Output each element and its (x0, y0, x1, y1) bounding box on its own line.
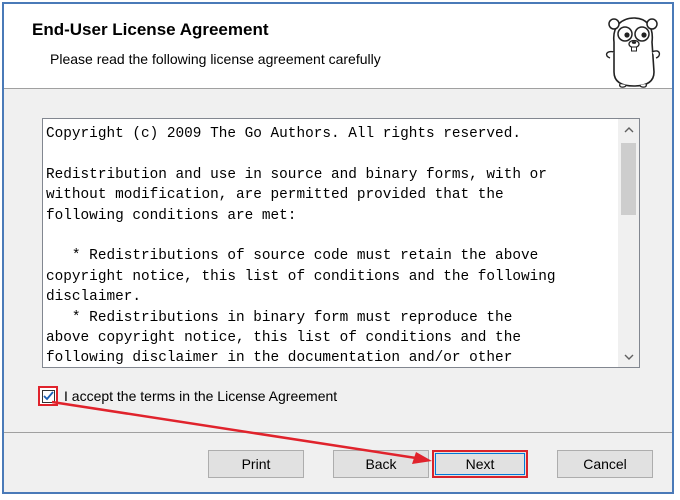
license-textbox[interactable]: Copyright (c) 2009 The Go Authors. All r… (42, 118, 640, 368)
page-title: End-User License Agreement (32, 20, 269, 39)
accept-terms-row[interactable]: I accept the terms in the License Agreem… (38, 384, 337, 408)
go-gopher-icon (605, 17, 661, 88)
installer-window: End-User License Agreement Please read t… (2, 2, 674, 494)
chevron-down-icon[interactable] (618, 346, 639, 367)
back-button[interactable]: Back (333, 450, 429, 478)
accept-terms-label[interactable]: I accept the terms in the License Agreem… (64, 388, 337, 404)
chevron-up-icon[interactable] (618, 119, 639, 140)
dialog-header: End-User License Agreement Please read t… (4, 4, 672, 89)
checkmark-icon (42, 391, 54, 401)
vertical-scrollbar[interactable] (618, 119, 639, 367)
scroll-thumb[interactable] (621, 143, 636, 215)
next-button[interactable]: Next (432, 450, 528, 478)
page-subtitle: Please read the following license agreem… (50, 51, 381, 67)
button-separator (4, 432, 672, 433)
license-text: Copyright (c) 2009 The Go Authors. All r… (46, 126, 556, 367)
checkbox-highlight (38, 386, 58, 406)
cancel-button[interactable]: Cancel (557, 450, 653, 478)
accept-terms-checkbox[interactable] (41, 389, 55, 403)
print-button[interactable]: Print (208, 450, 304, 478)
